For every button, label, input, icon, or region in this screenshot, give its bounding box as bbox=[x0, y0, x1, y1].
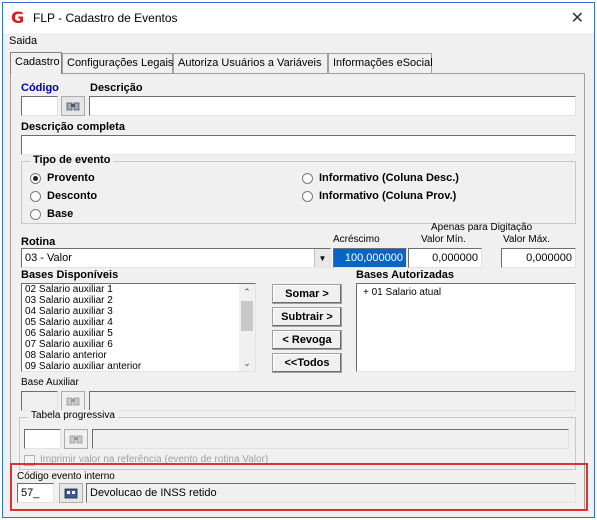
app-logo-icon: G bbox=[11, 8, 25, 27]
tipo-evento-title: Tipo de evento bbox=[30, 154, 114, 166]
acrescimo-label: Acréscimo bbox=[333, 234, 380, 245]
list-item[interactable]: 09 Salario auxiliar anterior bbox=[22, 361, 255, 371]
list-item[interactable]: 04 Salario auxiliar 3 bbox=[22, 306, 255, 317]
list-item[interactable]: 08 Salario anterior bbox=[22, 350, 255, 361]
list-scrollbar[interactable]: ⌃ ⌄ bbox=[239, 284, 255, 371]
descricao-completa-label: Descrição completa bbox=[21, 121, 125, 133]
list-item[interactable]: 06 Salario auxiliar 5 bbox=[22, 328, 255, 339]
list-item[interactable]: + 01 Salario atual bbox=[357, 287, 575, 298]
tabela-progressiva-label: Tabela progressiva bbox=[28, 410, 118, 421]
radio-dot-icon bbox=[302, 172, 313, 184]
bases-autorizadas-list[interactable]: + 01 Salario atual bbox=[356, 283, 576, 372]
scroll-thumb[interactable] bbox=[241, 301, 253, 331]
highlight-box bbox=[10, 463, 588, 511]
revoga-button-label: < Revoga bbox=[282, 334, 332, 346]
radio-dot-icon bbox=[30, 172, 41, 184]
subtrair-button-label: Subtrair > bbox=[281, 311, 333, 323]
subtrair-button[interactable]: Subtrair > bbox=[272, 307, 342, 327]
radio-informativo-desc[interactable]: Informativo (Coluna Desc.) bbox=[302, 171, 459, 185]
binoculars-icon bbox=[69, 435, 83, 444]
revoga-button[interactable]: < Revoga bbox=[272, 330, 342, 350]
valor-min-input[interactable]: 0,000000 bbox=[408, 248, 482, 268]
descricao-label: Descrição bbox=[90, 82, 143, 94]
menu-bar: Saida bbox=[3, 33, 594, 51]
menu-saida[interactable]: Saida bbox=[9, 35, 37, 47]
list-item[interactable]: 03 Salario auxiliar 2 bbox=[22, 295, 255, 306]
binoculars-icon bbox=[66, 102, 80, 111]
somar-button[interactable]: Somar > bbox=[272, 284, 342, 304]
radio-desconto-label: Desconto bbox=[47, 190, 98, 202]
todos-button[interactable]: <<Todos bbox=[272, 353, 342, 373]
close-button[interactable]: ✕ bbox=[571, 8, 584, 28]
list-item[interactable]: 02 Salario auxiliar 1 bbox=[22, 284, 255, 295]
base-auxiliar-label: Base Auxiliar bbox=[21, 377, 79, 388]
descricao-input[interactable] bbox=[89, 96, 576, 116]
radio-provento[interactable]: Provento bbox=[30, 171, 95, 185]
radio-base-label: Base bbox=[47, 208, 74, 220]
valor-max-input[interactable]: 0,000000 bbox=[501, 248, 576, 268]
chevron-down-icon[interactable]: ⌄ bbox=[239, 355, 255, 371]
descricao-completa-input[interactable] bbox=[21, 135, 576, 155]
radio-informativo-prov-label: Informativo (Coluna Prov.) bbox=[319, 190, 457, 202]
radio-dot-icon bbox=[302, 190, 313, 202]
radio-dot-icon bbox=[30, 190, 41, 202]
tab-informacoes-esocial[interactable]: Informações eSocial bbox=[328, 53, 433, 73]
tabela-progressiva-lookup-button[interactable] bbox=[64, 429, 88, 449]
tipo-evento-group: Tipo de evento Provento Desconto Base In… bbox=[21, 154, 576, 224]
codigo-input[interactable] bbox=[21, 96, 58, 116]
valor-max-label: Valor Máx. bbox=[503, 234, 551, 245]
base-auxiliar-description bbox=[89, 391, 576, 411]
tab-configuracoes-legais[interactable]: Configurações Legais bbox=[62, 53, 173, 73]
bases-autorizadas-label: Bases Autorizadas bbox=[356, 269, 455, 281]
base-auxiliar-code-input[interactable] bbox=[21, 391, 58, 411]
valor-min-label: Valor Mín. bbox=[421, 234, 466, 245]
radio-informativo-prov[interactable]: Informativo (Coluna Prov.) bbox=[302, 189, 456, 203]
tabela-progressiva-description bbox=[92, 429, 569, 449]
radio-dot-icon bbox=[30, 208, 41, 220]
radio-desconto[interactable]: Desconto bbox=[30, 189, 97, 203]
radio-base[interactable]: Base bbox=[30, 207, 73, 221]
base-auxiliar-lookup-button[interactable] bbox=[61, 391, 85, 411]
codigo-label: Código bbox=[21, 82, 59, 94]
window-title: FLP - Cadastro de Eventos bbox=[33, 11, 178, 25]
list-item[interactable]: 05 Salario auxiliar 4 bbox=[22, 317, 255, 328]
tabela-progressiva-code-input[interactable] bbox=[24, 429, 61, 449]
title-bar: G FLP - Cadastro de Eventos ✕ bbox=[3, 3, 594, 33]
rotina-select-value: 03 - Valor bbox=[25, 252, 72, 264]
todos-button-label: <<Todos bbox=[284, 357, 330, 369]
bases-disponiveis-label: Bases Disponíveis bbox=[21, 269, 119, 281]
chevron-down-icon[interactable]: ▼ bbox=[314, 249, 330, 267]
apenas-digitacao-label: Apenas para Digitação bbox=[431, 222, 533, 233]
radio-provento-label: Provento bbox=[47, 172, 95, 184]
cadastro-panel: Código Descrição Descrição completa Tipo… bbox=[10, 73, 585, 511]
acrescimo-input[interactable]: 100,000000 bbox=[333, 248, 407, 268]
radio-informativo-desc-label: Informativo (Coluna Desc.) bbox=[319, 172, 459, 184]
list-item[interactable]: 07 Salario auxiliar 6 bbox=[22, 339, 255, 350]
codigo-lookup-button[interactable] bbox=[61, 96, 85, 116]
binoculars-icon bbox=[66, 397, 80, 406]
tab-autoriza-usuarios[interactable]: Autoriza Usuários a Variáveis bbox=[173, 53, 328, 73]
rotina-select[interactable]: 03 - Valor ▼ bbox=[21, 248, 331, 268]
bases-disponiveis-list[interactable]: 02 Salario auxiliar 1 03 Salario auxilia… bbox=[21, 283, 256, 372]
tab-cadastro[interactable]: Cadastro bbox=[10, 52, 62, 74]
rotina-label: Rotina bbox=[21, 236, 56, 248]
chevron-up-icon[interactable]: ⌃ bbox=[239, 284, 255, 300]
somar-button-label: Somar > bbox=[285, 288, 329, 300]
